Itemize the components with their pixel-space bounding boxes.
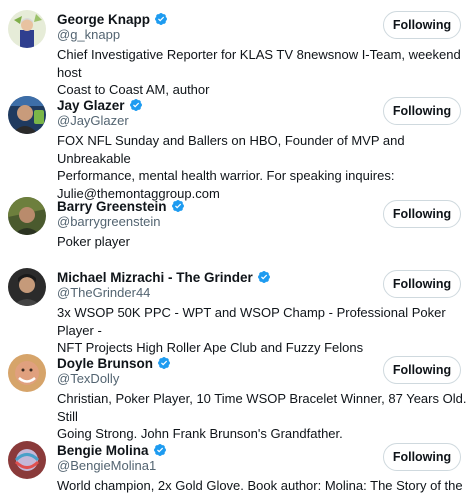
verified-badge-icon	[171, 199, 185, 213]
following-button[interactable]: Following	[383, 200, 461, 228]
michael-mizrachi-avatar-icon	[8, 268, 46, 306]
following-button[interactable]: Following	[383, 11, 461, 39]
avatar[interactable]	[8, 197, 46, 235]
user-bio: Poker player	[57, 233, 467, 251]
avatar[interactable]	[8, 441, 46, 479]
barry-greenstein-avatar-icon	[8, 197, 46, 235]
doyle-brunson-avatar-icon	[8, 354, 46, 392]
user-cell-michael-mizrachi[interactable]: Michael Mizrachi - The Grinder @TheGrind…	[0, 257, 473, 355]
avatar[interactable]	[8, 354, 46, 392]
user-handle[interactable]: @JayGlazer	[57, 113, 129, 128]
bio-line: 3x WSOP 50K PPC - WPT and WSOP Champ - P…	[57, 305, 446, 338]
avatar[interactable]	[8, 268, 46, 306]
george-knapp-avatar-icon	[8, 10, 46, 48]
user-handle[interactable]: @g_knapp	[57, 27, 120, 42]
user-handle[interactable]: @TheGrinder44	[57, 285, 150, 300]
jay-glazer-avatar-icon	[8, 96, 46, 134]
user-name[interactable]: Bengie Molina	[57, 443, 149, 458]
user-name[interactable]: Michael Mizrachi - The Grinder	[57, 270, 253, 285]
user-cell-doyle-brunson[interactable]: Doyle Brunson @TexDolly Christian, Poker…	[0, 343, 473, 441]
bio-line: Christian, Poker Player, 10 Time WSOP Br…	[57, 391, 467, 424]
verified-badge-icon	[154, 12, 168, 26]
user-cell-jay-glazer[interactable]: Jay Glazer @JayGlazer FOX NFL Sunday and…	[0, 86, 473, 201]
avatar[interactable]	[8, 10, 46, 48]
user-bio: World champion, 2x Gold Glove. Book auth…	[57, 477, 467, 494]
user-cell-barry-greenstein[interactable]: Barry Greenstein @barrygreenstein Poker …	[0, 186, 473, 257]
following-button[interactable]: Following	[383, 356, 461, 384]
user-cell-george-knapp[interactable]: George Knapp @g_knapp Chief Investigativ…	[0, 0, 473, 97]
following-button[interactable]: Following	[383, 270, 461, 298]
bengie-molina-avatar-icon	[8, 441, 46, 479]
bio-line: World champion, 2x Gold Glove. Book auth…	[57, 478, 463, 493]
bio-line: Performance, mental health warrior. For …	[57, 168, 395, 183]
verified-badge-icon	[129, 98, 143, 112]
user-handle[interactable]: @barrygreenstein	[57, 214, 161, 229]
bio-line: Chief Investigative Reporter for KLAS TV…	[57, 47, 461, 80]
verified-badge-icon	[157, 356, 171, 370]
user-handle[interactable]: @TexDolly	[57, 371, 119, 386]
following-button[interactable]: Following	[383, 97, 461, 125]
user-name[interactable]: Jay Glazer	[57, 98, 125, 113]
bio-line: FOX NFL Sunday and Ballers on HBO, Found…	[57, 133, 405, 166]
bio-line: Poker player	[57, 234, 130, 249]
user-handle[interactable]: @BengieMolina1	[57, 458, 156, 473]
following-button[interactable]: Following	[383, 443, 461, 471]
verified-badge-icon	[153, 443, 167, 457]
user-name[interactable]: Doyle Brunson	[57, 356, 153, 371]
user-cell-bengie-molina[interactable]: Bengie Molina @BengieMolina1 World champ…	[0, 429, 473, 494]
user-name[interactable]: Barry Greenstein	[57, 199, 167, 214]
user-name[interactable]: George Knapp	[57, 12, 150, 27]
avatar[interactable]	[8, 96, 46, 134]
verified-badge-icon	[257, 270, 271, 284]
